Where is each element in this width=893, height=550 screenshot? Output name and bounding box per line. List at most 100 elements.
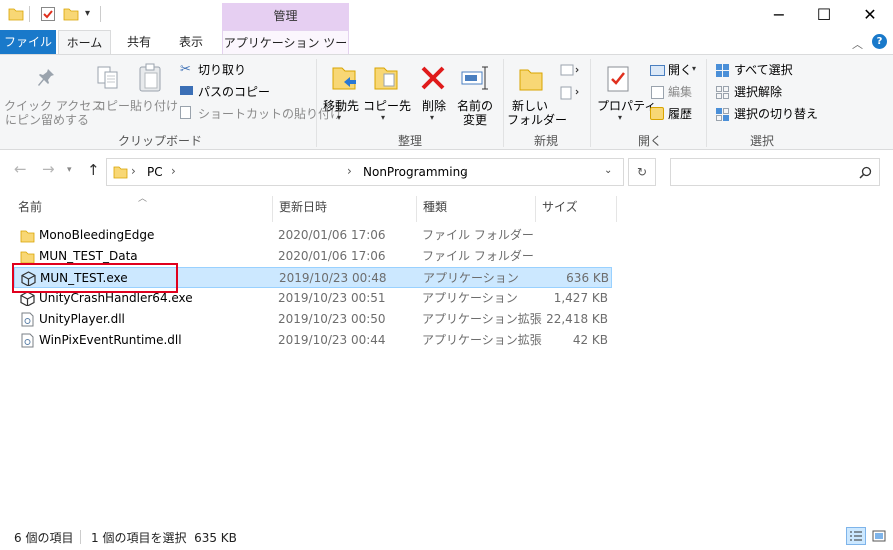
close-button[interactable]: ✕ (847, 0, 893, 30)
recent-locations-icon[interactable]: ▾ (67, 165, 72, 175)
large-icons-view-icon[interactable] (870, 527, 888, 545)
cut-button[interactable]: 切り取り (198, 63, 246, 77)
select-all-button[interactable]: すべて選択 (734, 63, 793, 77)
refresh-icon: ↻ (636, 165, 648, 179)
qat-dropdown-icon[interactable]: ▾ (85, 8, 90, 19)
pin-quick-access-button[interactable]: クイック アクセス にピン留めする (4, 99, 103, 127)
invert-selection-icon (716, 108, 729, 121)
properties-icon (607, 66, 629, 92)
file-row[interactable]: WinPixEventRuntime.dll 2019/10/23 00:44 アプ… (14, 330, 612, 351)
column-divider[interactable] (616, 196, 617, 222)
copy-icon (97, 66, 118, 89)
file-size: 22,418 KB (546, 312, 608, 326)
file-size: 1,427 KB (553, 291, 608, 305)
rename-label-line1: 名前の (456, 99, 493, 113)
open-dropdown-icon[interactable]: ▾ (692, 64, 696, 73)
breadcrumb-separator[interactable]: › (131, 164, 136, 178)
collapse-ribbon-icon[interactable]: ︿ (852, 36, 863, 52)
delete-button[interactable]: 削除 (414, 99, 454, 113)
copy-to-button[interactable]: コピー先 (363, 99, 411, 113)
clipboard-group-label: クリップボード (117, 134, 202, 148)
new-folder-icon[interactable] (63, 6, 79, 22)
tab-home[interactable]: ホーム (58, 30, 111, 55)
file-type: ファイル フォルダー (422, 249, 534, 263)
dll-file-icon (21, 312, 34, 327)
new-item-icon[interactable] (559, 63, 581, 79)
copy-to-dropdown-icon[interactable]: ▾ (381, 113, 385, 122)
file-type: アプリケーション (422, 291, 518, 305)
breadcrumb-separator[interactable]: › (171, 164, 176, 178)
move-to-dropdown-icon[interactable]: ▾ (337, 113, 341, 122)
file-name: UnityPlayer.dll (39, 312, 125, 326)
explorer-window: { "titlebar": { "context_header": "管理", … (0, 0, 893, 550)
move-to-button[interactable]: 移動先 (320, 99, 362, 113)
file-type: アプリケーション (423, 271, 519, 285)
properties-check-icon[interactable] (40, 6, 56, 22)
file-row[interactable]: MonoBleedingEdge 2020/01/06 17:06 ファイル フォル… (14, 225, 612, 246)
ribbon-tabs: ファイル ホーム 共有 表示 アプリケーション ツール ︿ ? (0, 30, 893, 74)
invert-selection-button[interactable]: 選択の切り替え (734, 107, 818, 121)
tab-view[interactable]: 表示 (168, 30, 214, 54)
back-arrow-icon[interactable]: ← (14, 160, 27, 178)
address-dropdown-icon[interactable]: ⌄ (604, 165, 612, 176)
column-header-size[interactable]: サイズ (536, 196, 616, 222)
column-header-modified[interactable]: 更新日時 (273, 196, 416, 222)
refresh-button[interactable]: ↻ (628, 158, 656, 186)
paste-shortcut-icon (180, 106, 191, 119)
breadcrumb-separator[interactable]: › (347, 164, 352, 178)
move-to-icon (332, 67, 356, 90)
breadcrumb-pc[interactable]: PC (147, 165, 163, 179)
search-icon (859, 166, 872, 179)
file-size: 42 KB (572, 333, 608, 347)
address-bar[interactable]: › PC › › NonProgramming › ⌄ (106, 158, 624, 186)
context-header-manage: 管理 (222, 3, 349, 30)
column-header-type[interactable]: 種類 (417, 196, 535, 222)
file-name: MonoBleedingEdge (39, 228, 155, 242)
file-type: アプリケーション拡張 (422, 333, 542, 347)
scissors-icon: ✂ (180, 62, 191, 77)
file-modified: 2020/01/06 17:06 (278, 228, 386, 242)
tab-application-tools[interactable]: アプリケーション ツール (222, 30, 349, 74)
file-type: アプリケーション拡張 (422, 312, 542, 326)
copy-button[interactable]: コピー (94, 99, 130, 113)
easy-access-icon[interactable] (559, 85, 581, 101)
breadcrumb-nonprogramming[interactable]: NonProgramming (363, 165, 468, 179)
dll-file-icon (21, 333, 34, 348)
open-group-label: 開く (637, 134, 662, 148)
search-input[interactable] (670, 158, 880, 186)
paste-icon (139, 63, 161, 92)
folder-icon (113, 166, 128, 179)
properties-dropdown-icon[interactable]: ▾ (618, 113, 622, 122)
rename-button[interactable]: 名前の 変更 (455, 99, 495, 127)
group-divider (590, 59, 591, 147)
forward-arrow-icon[interactable]: → (42, 160, 55, 178)
status-divider (80, 530, 81, 544)
file-row[interactable]: UnityPlayer.dll 2019/10/23 00:50 アプリケーション拡… (14, 309, 612, 330)
breadcrumb-separator[interactable]: › (463, 164, 468, 178)
group-divider (316, 59, 317, 147)
copy-path-button[interactable]: パスのコピー (198, 85, 270, 99)
new-folder-button[interactable]: 新しい フォルダー (507, 99, 568, 127)
new-folder-large-icon (519, 69, 543, 91)
tab-share[interactable]: 共有 (116, 30, 162, 54)
qat-divider (29, 6, 30, 22)
folder-icon (20, 251, 35, 264)
up-arrow-icon[interactable]: ↑ (87, 161, 100, 179)
maximize-button[interactable]: ☐ (801, 0, 847, 30)
properties-button[interactable]: プロパティ (597, 99, 656, 113)
new-folder-label-line2: フォルダー (507, 113, 568, 127)
details-view-icon[interactable] (846, 527, 866, 545)
select-all-icon (716, 64, 729, 77)
select-none-button[interactable]: 選択解除 (734, 85, 782, 99)
column-header-name[interactable]: 名前 (12, 196, 272, 222)
open-button[interactable]: 開く (668, 63, 692, 77)
copy-path-icon (180, 86, 193, 95)
paste-button[interactable]: 貼り付け (130, 99, 178, 113)
minimize-button[interactable]: − (756, 0, 802, 30)
history-button[interactable]: 履歴 (668, 107, 692, 121)
file-size: 636 KB (566, 271, 609, 285)
edit-button[interactable]: 編集 (668, 85, 692, 99)
tab-file[interactable]: ファイル (0, 30, 56, 54)
delete-dropdown-icon[interactable]: ▾ (430, 113, 434, 122)
help-icon[interactable]: ? (872, 34, 887, 49)
